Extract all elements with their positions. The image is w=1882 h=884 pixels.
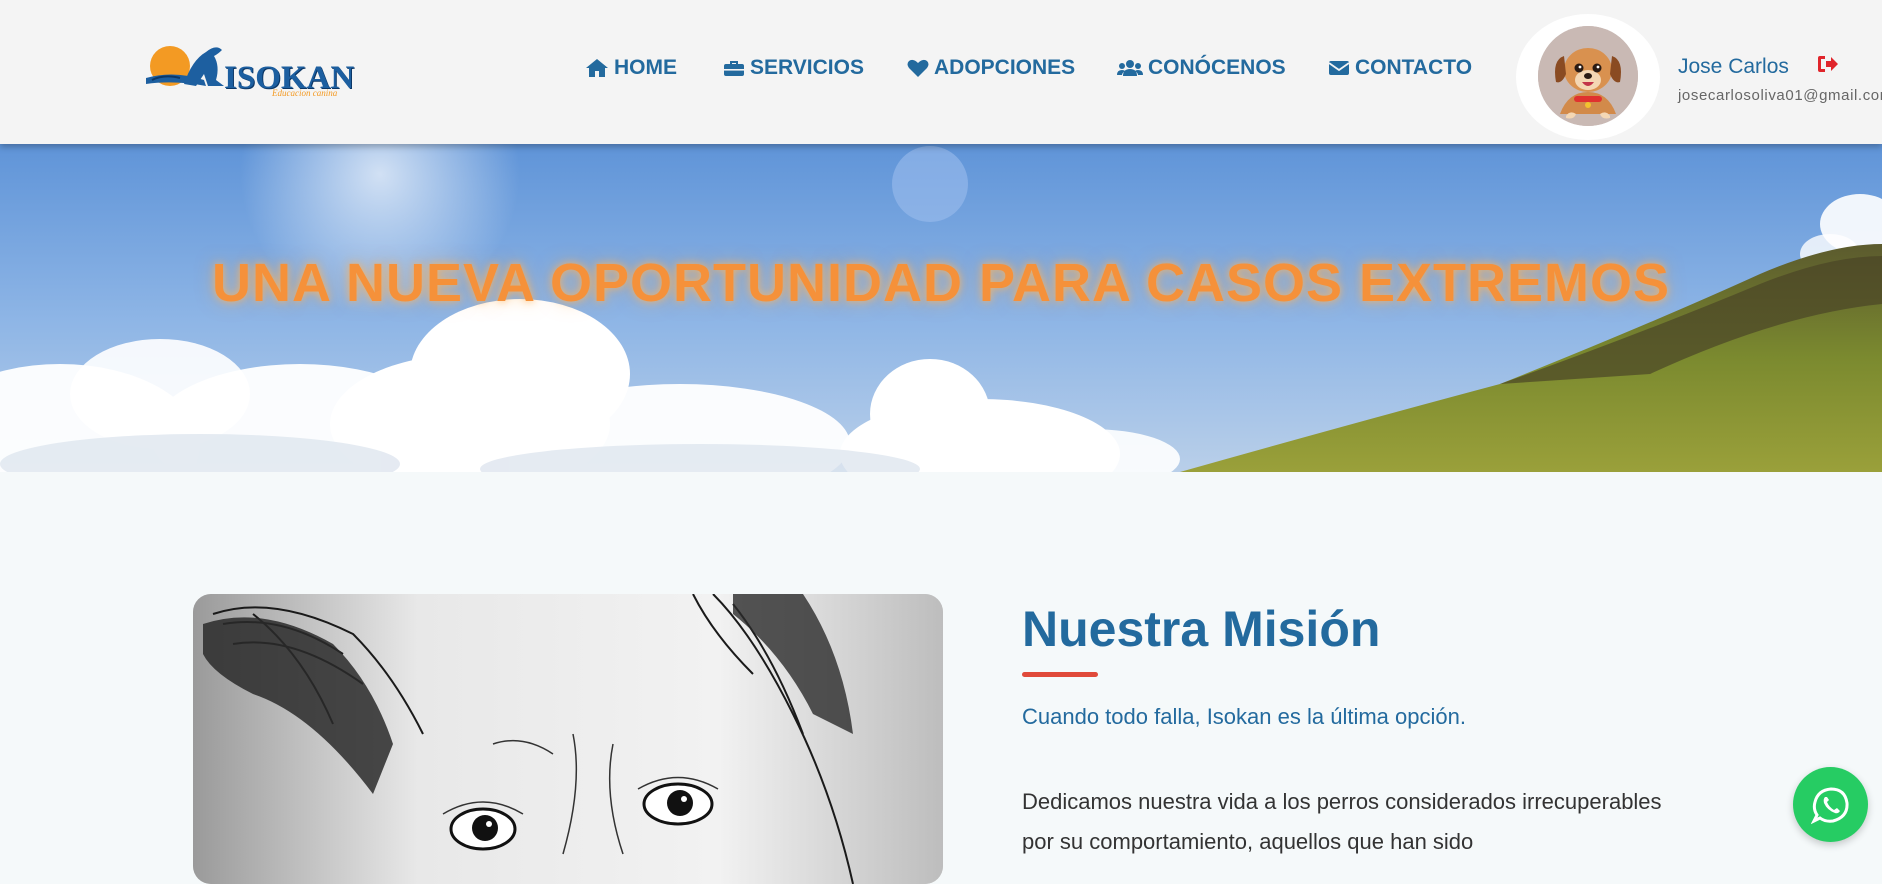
home-icon	[586, 59, 608, 77]
briefcase-icon	[724, 61, 744, 76]
sign-out-icon	[1818, 56, 1838, 72]
avatar	[1538, 26, 1638, 126]
isokan-logo[interactable]: ISOKAN Educacion canina	[144, 40, 354, 102]
nav-contacto-label: CONTACTO	[1355, 56, 1473, 79]
whatsapp-button[interactable]	[1793, 767, 1868, 842]
title-underline-divider	[1022, 672, 1098, 677]
logo-tagline: Educacion canina	[272, 88, 338, 98]
user-name[interactable]: Jose Carlos	[1678, 55, 1789, 79]
logout-button[interactable]	[1817, 54, 1839, 79]
nav-adopciones[interactable]: ADOPCIONES	[907, 56, 1075, 80]
nav-adopciones-label: ADOPCIONES	[934, 56, 1076, 79]
envelope-icon	[1328, 61, 1350, 75]
mission-lead-text: Cuando todo falla, Isokan es la última o…	[1022, 704, 1466, 729]
nav-conocenos[interactable]: CONÓCENOS	[1117, 56, 1286, 80]
mission-dog-sketch-image	[193, 594, 943, 884]
mission-title: Nuestra Misión	[1022, 601, 1381, 657]
users-icon	[1117, 60, 1143, 76]
dog-avatar-icon	[1538, 26, 1638, 126]
hero-title: UNA NUEVA OPORTUNIDAD PARA CASOS EXTREMO…	[211, 253, 1671, 313]
heart-icon	[907, 59, 929, 77]
nav-conocenos-label: CONÓCENOS	[1148, 56, 1286, 79]
user-avatar-frame[interactable]	[1516, 14, 1660, 140]
nav-home-label: HOME	[614, 56, 677, 79]
nav-servicios-label: SERVICIOS	[750, 56, 864, 79]
dog-sketch-illustration	[193, 594, 943, 884]
site-header: ISOKAN Educacion canina HOME SERVICIOS A…	[0, 0, 1882, 144]
mission-body-text: Dedicamos nuestra vida a los perros cons…	[1022, 789, 1662, 854]
whatsapp-icon	[1810, 786, 1849, 824]
hero-banner: UNA NUEVA OPORTUNIDAD PARA CASOS EXTREMO…	[0, 144, 1882, 472]
nav-contacto[interactable]: CONTACTO	[1328, 56, 1472, 80]
nav-home[interactable]: HOME	[585, 56, 677, 80]
nav-servicios[interactable]: SERVICIOS	[723, 56, 864, 80]
user-email: josecarlosoliva01@gmail.com	[1678, 87, 1882, 104]
